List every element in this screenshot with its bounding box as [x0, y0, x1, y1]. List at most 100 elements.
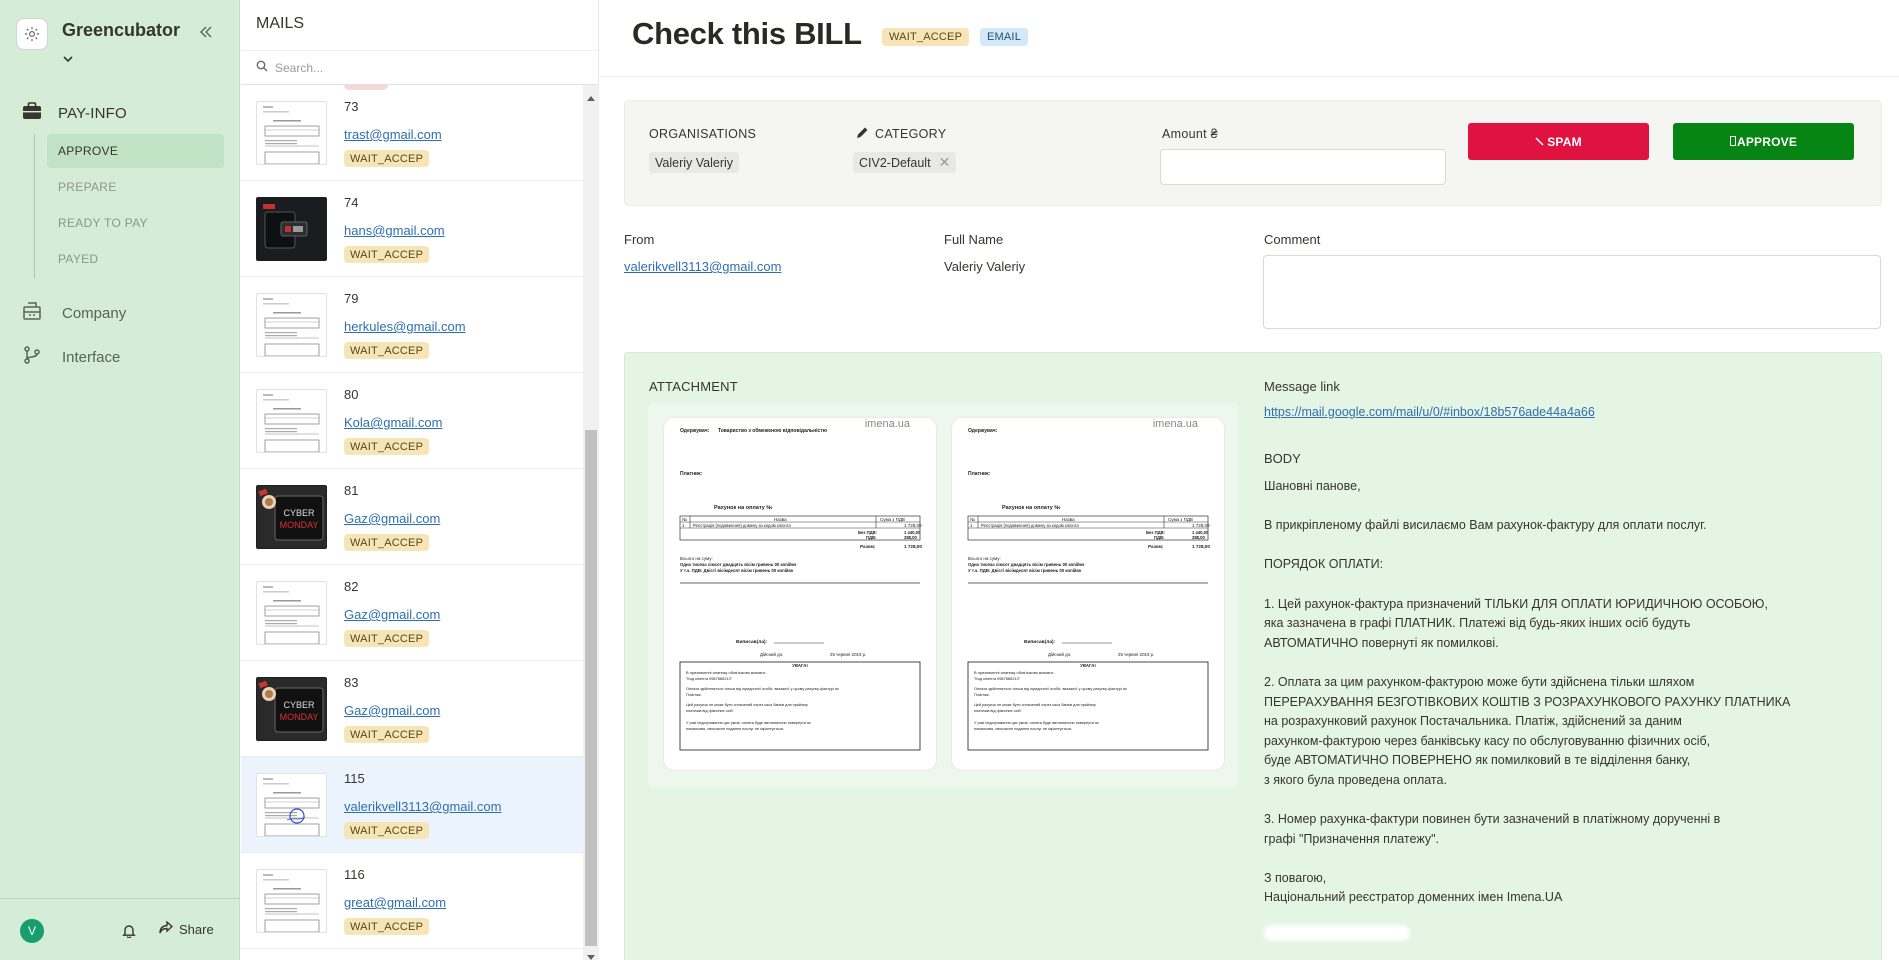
- invoice-text: Сума з ПДВ: [880, 517, 905, 522]
- category-chip[interactable]: CIV2-Default ✕: [853, 152, 957, 173]
- message-link[interactable]: https://mail.google.com/mail/u/0/#inbox/…: [1264, 405, 1595, 419]
- organisations-label: ORGANISATIONS: [649, 127, 757, 141]
- comment-label: Comment: [1264, 232, 1321, 247]
- document-thumbnail[interactable]: [256, 293, 327, 357]
- invoice-text: 25 червня 2019 р.: [1118, 652, 1154, 657]
- invoice-text: 288,00: [1192, 535, 1205, 540]
- invoice-text: Товариство з обмеженою відповідальністю: [718, 427, 828, 434]
- invoice-text: 288,00: [904, 535, 917, 540]
- document-thumbnail[interactable]: [256, 869, 327, 933]
- mail-sender-link[interactable]: Gaz@gmail.com: [344, 607, 440, 622]
- organisation-chip[interactable]: Valeriy Valeriy: [649, 152, 740, 173]
- nav-item-company[interactable]: Company: [22, 302, 126, 325]
- mail-row[interactable]: 82 Gaz@gmail.com WAIT_ACCEP: [241, 565, 583, 661]
- mail-number: 115: [344, 771, 365, 786]
- invoice-text: Реєстрація (подовження) домену за кодом …: [981, 523, 1079, 528]
- sub-item-prepare[interactable]: PREPARE: [47, 170, 224, 204]
- mail-row[interactable]: 74 hans@gmail.com WAIT_ACCEP: [241, 181, 583, 277]
- mail-row[interactable]: 73 trast@gmail.com WAIT_ACCEP: [241, 85, 583, 181]
- scroll-up-arrow-icon[interactable]: [587, 88, 595, 106]
- share-button[interactable]: Share: [159, 920, 214, 937]
- mail-list-panel: MAILS 73 trast@gmail.com WAIT_ACCEP 74 hans@…: [241, 0, 599, 960]
- pencil-icon: [855, 126, 869, 145]
- sub-item-payed[interactable]: PAYED: [47, 242, 224, 276]
- mail-sender-link[interactable]: trast@gmail.com: [344, 127, 442, 142]
- body-line: [1264, 536, 1824, 556]
- invoice-text: Дійсний до:: [1048, 652, 1071, 657]
- mail-sender-link[interactable]: Gaz@gmail.com: [344, 511, 440, 526]
- document-thumbnail[interactable]: [256, 101, 327, 165]
- invoice-text: Виписав(ла):: [1024, 639, 1056, 645]
- chevron-down-icon[interactable]: [62, 50, 74, 68]
- approve-button[interactable]: APPROVE: [1673, 123, 1854, 160]
- comment-field[interactable]: [1263, 255, 1881, 329]
- invoice-page: imena.ua Одержувач: Товариство з обмеженою…: [679, 418, 922, 751]
- mail-row[interactable]: 116 great@gmail.com WAIT_ACCEP: [241, 853, 583, 949]
- nav-item-interface[interactable]: Interface: [22, 346, 120, 369]
- mail-sender-link[interactable]: valerikvell3113@gmail.com: [344, 799, 501, 814]
- document-thumbnail[interactable]: [256, 581, 327, 645]
- avatar[interactable]: V: [20, 919, 44, 943]
- mail-row[interactable]: CYBER MONDAY 81 Gaz@gmail.com WAIT_ACCEP: [241, 469, 583, 565]
- invoice-text: ПДВ:: [1154, 535, 1164, 540]
- share-icon: [159, 920, 174, 937]
- spam-icon: [1535, 135, 1544, 149]
- sub-item-ready-to-pay[interactable]: READY TO PAY: [47, 206, 224, 240]
- nav-section-pay-info[interactable]: PAY-INFO: [22, 102, 127, 125]
- status-badge: WAIT_ACCEP: [344, 726, 430, 743]
- body-line: ПЕРЕРАХУВАННЯ БЕЗГОТІВКОВИХ КОШТІВ З РОЗ…: [1264, 694, 1791, 709]
- scrollbar-thumb[interactable]: [585, 430, 597, 946]
- remove-category-icon[interactable]: ✕: [939, 154, 951, 171]
- sub-item-approve[interactable]: APPROVE: [47, 134, 224, 168]
- mail-list: 73 trast@gmail.com WAIT_ACCEP 74 hans@gmail.…: [241, 85, 583, 960]
- redacted-signature: [1264, 925, 1410, 941]
- nav-section-label: PAY-INFO: [58, 105, 127, 122]
- invoice-text: №: [682, 517, 687, 522]
- collapse-sidebar-icon[interactable]: [198, 24, 214, 45]
- status-badge: WAIT_ACCEP: [882, 28, 970, 46]
- photo-thumbnail[interactable]: CYBER MONDAY: [256, 677, 327, 741]
- invoice-preview[interactable]: imena.ua Одержувач: Товариство з обмеженою…: [664, 418, 936, 770]
- mail-sender-link[interactable]: Gaz@gmail.com: [344, 703, 440, 718]
- document-thumbnail[interactable]: [256, 389, 327, 453]
- invoice-text: У разі недотримання цих умов, оплата буд…: [686, 721, 811, 725]
- amount-input[interactable]: [1160, 149, 1446, 185]
- status-badge: WAIT_ACCEP: [344, 630, 430, 647]
- body-line: рахунком-фактурою через банківську касу …: [1264, 733, 1711, 748]
- scroll-down-arrow-icon[interactable]: [587, 948, 595, 960]
- document-thumbnail[interactable]: [256, 773, 327, 837]
- invoice-text: Виписав(ла):: [736, 639, 768, 645]
- mail-row[interactable]: 79 herkules@gmail.com WAIT_ACCEP: [241, 277, 583, 373]
- mail-sender-link[interactable]: great@gmail.com: [344, 895, 446, 910]
- body-line: АВТОМАТИЧНО повернуті як помилкові.: [1264, 635, 1499, 650]
- mail-sender-link[interactable]: hans@gmail.com: [344, 223, 445, 238]
- attachment-label: ATTACHMENT: [649, 379, 738, 394]
- bell-icon[interactable]: [122, 923, 136, 943]
- nav-item-label: Company: [62, 305, 127, 322]
- imena-logo: imena.ua: [1153, 418, 1199, 430]
- invoice-text: У т.ч. ПДВ: Двісті вісімдесят вісім грив…: [680, 568, 794, 573]
- screenshot-thumbnail[interactable]: [256, 197, 327, 261]
- photo-thumbnail[interactable]: CYBER MONDAY: [256, 485, 327, 549]
- invoice-text: помилкова, своєчасне надання послуг не г…: [974, 727, 1072, 731]
- body-line: яка зазначена в графі ПЛАТНИК. Платежі в…: [1264, 616, 1691, 631]
- mail-row[interactable]: 115 valerikvell3113@gmail.com WAIT_ACCEP: [241, 757, 583, 853]
- svg-text:MONDAY: MONDAY: [280, 712, 319, 722]
- mail-row[interactable]: 80 Kola@gmail.com WAIT_ACCEP: [241, 373, 583, 469]
- mail-sender-link[interactable]: herkules@gmail.com: [344, 319, 466, 334]
- invoice-text: Платник:: [968, 471, 991, 477]
- source-badge: EMAIL: [980, 28, 1029, 46]
- imena-logo: imena.ua: [865, 418, 911, 430]
- body-line: ПОРЯДОК ОПЛАТИ:: [1264, 557, 1384, 572]
- mail-row[interactable]: CYBER MONDAY 83 Gaz@gmail.com WAIT_ACCEP: [241, 661, 583, 757]
- workspace-logo-icon: [16, 18, 48, 50]
- mail-sender-link[interactable]: Kola@gmail.com: [344, 415, 442, 430]
- search-input[interactable]: [275, 60, 575, 75]
- workspace-switcher[interactable]: Greencubator: [16, 18, 180, 50]
- invoice-text: Назва: [1062, 517, 1075, 522]
- spam-button[interactable]: SPAM: [1468, 123, 1649, 160]
- invoice-preview[interactable]: imena.ua Одержувач: Платник: Рахунок на опл…: [952, 418, 1224, 770]
- from-email-link[interactable]: valerikvell3113@gmail.com: [624, 259, 781, 274]
- mail-list-title: MAILS: [256, 15, 305, 32]
- status-badge: WAIT_ACCEP: [344, 246, 430, 263]
